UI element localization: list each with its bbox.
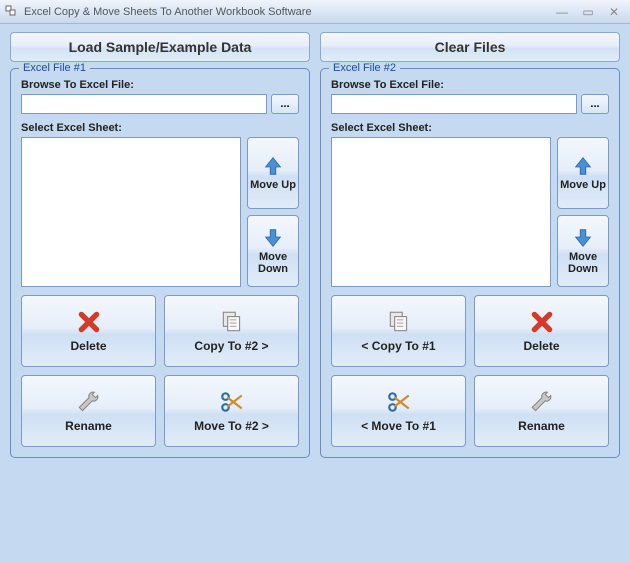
copy-to-2-button[interactable]: Copy To #2 >: [164, 295, 299, 367]
move-down-label: Move Down: [560, 251, 606, 275]
browse-label-2: Browse To Excel File:: [331, 79, 609, 91]
browse-button-1[interactable]: ...: [271, 94, 299, 114]
delete-label: Delete: [523, 339, 559, 353]
scissors-icon: [219, 389, 245, 415]
arrow-down-icon: [262, 227, 284, 249]
browse-input-1[interactable]: [21, 94, 267, 114]
panel-2-legend: Excel File #2: [329, 62, 400, 74]
move-down-button-1[interactable]: Move Down: [247, 215, 299, 287]
window-title: Excel Copy & Move Sheets To Another Work…: [24, 6, 550, 18]
excel-file-1-panel: Excel File #1 Browse To Excel File: ... …: [10, 68, 310, 458]
move-buttons-2: Move Up Move Down: [557, 137, 609, 287]
panels-row: Excel File #1 Browse To Excel File: ... …: [10, 68, 620, 458]
load-sample-button[interactable]: Load Sample/Example Data: [10, 32, 310, 62]
browse-button-2[interactable]: ...: [581, 94, 609, 114]
scissors-icon: [386, 389, 412, 415]
action-grid-2: < Copy To #1 Delete < Move To #1 Rename: [331, 295, 609, 447]
copy-to-2-label: Copy To #2 >: [194, 339, 268, 353]
clear-files-button[interactable]: Clear Files: [320, 32, 620, 62]
move-up-button-2[interactable]: Move Up: [557, 137, 609, 209]
window-controls: — ▭ ✕: [550, 4, 626, 20]
wrench-icon: [529, 389, 555, 415]
rename-label: Rename: [518, 419, 565, 433]
main-content: Load Sample/Example Data Clear Files Exc…: [0, 24, 630, 466]
arrow-up-icon: [572, 155, 594, 177]
move-up-button-1[interactable]: Move Up: [247, 137, 299, 209]
rename-button-2[interactable]: Rename: [474, 375, 609, 447]
browse-label-1: Browse To Excel File:: [21, 79, 299, 91]
close-button[interactable]: ✕: [602, 4, 626, 20]
browse-input-2[interactable]: [331, 94, 577, 114]
arrow-down-icon: [572, 227, 594, 249]
rename-label: Rename: [65, 419, 112, 433]
move-up-label: Move Up: [250, 179, 296, 191]
sheet-area-1: Move Up Move Down: [21, 137, 299, 287]
minimize-button[interactable]: —: [550, 4, 574, 20]
top-button-row: Load Sample/Example Data Clear Files: [10, 32, 620, 62]
browse-row-1: ...: [21, 94, 299, 114]
delete-button-2[interactable]: Delete: [474, 295, 609, 367]
maximize-button[interactable]: ▭: [576, 4, 600, 20]
move-to-2-button[interactable]: Move To #2 >: [164, 375, 299, 447]
copy-icon: [219, 309, 245, 335]
wrench-icon: [76, 389, 102, 415]
delete-button-1[interactable]: Delete: [21, 295, 156, 367]
sheet-area-2: Move Up Move Down: [331, 137, 609, 287]
app-icon: [4, 4, 20, 20]
titlebar: Excel Copy & Move Sheets To Another Work…: [0, 0, 630, 24]
action-grid-1: Delete Copy To #2 > Rename Move To #2 >: [21, 295, 299, 447]
arrow-up-icon: [262, 155, 284, 177]
move-up-label: Move Up: [560, 179, 606, 191]
browse-row-2: ...: [331, 94, 609, 114]
move-to-2-label: Move To #2 >: [194, 419, 269, 433]
delete-label: Delete: [70, 339, 106, 353]
delete-icon: [529, 309, 555, 335]
move-to-1-button[interactable]: < Move To #1: [331, 375, 466, 447]
copy-to-1-button[interactable]: < Copy To #1: [331, 295, 466, 367]
excel-file-2-panel: Excel File #2 Browse To Excel File: ... …: [320, 68, 620, 458]
sheet-label-1: Select Excel Sheet:: [21, 122, 299, 134]
move-buttons-1: Move Up Move Down: [247, 137, 299, 287]
copy-icon: [386, 309, 412, 335]
move-down-label: Move Down: [250, 251, 296, 275]
sheet-listbox-1[interactable]: [21, 137, 241, 287]
sheet-listbox-2[interactable]: [331, 137, 551, 287]
move-down-button-2[interactable]: Move Down: [557, 215, 609, 287]
sheet-label-2: Select Excel Sheet:: [331, 122, 609, 134]
copy-to-1-label: < Copy To #1: [361, 339, 435, 353]
move-to-1-label: < Move To #1: [361, 419, 436, 433]
rename-button-1[interactable]: Rename: [21, 375, 156, 447]
delete-icon: [76, 309, 102, 335]
panel-1-legend: Excel File #1: [19, 62, 90, 74]
